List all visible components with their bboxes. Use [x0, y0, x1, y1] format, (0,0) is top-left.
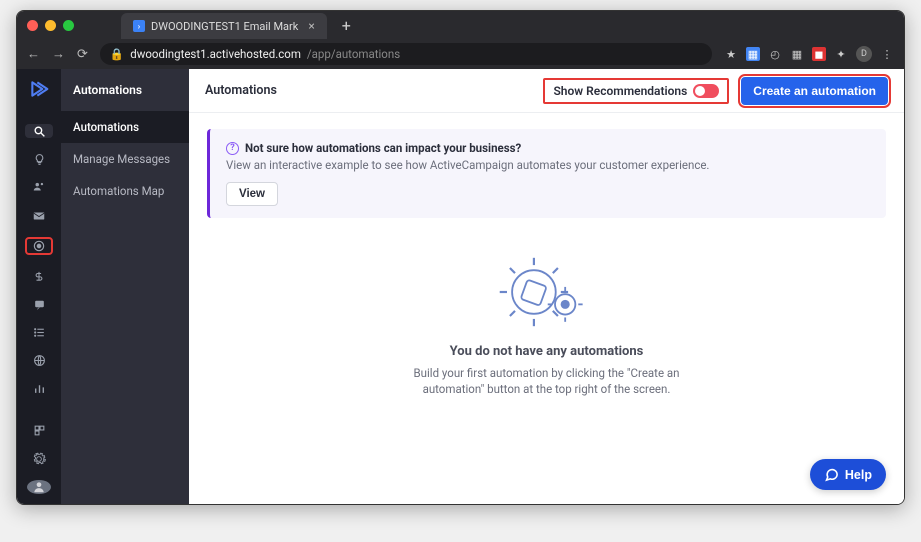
info-icon: ?: [226, 142, 239, 155]
help-label: Help: [845, 468, 872, 482]
page-header: Automations Show Recommendations Create …: [189, 69, 904, 113]
empty-state: You do not have any automations Build yo…: [207, 252, 886, 397]
info-banner: ? Not sure how automations can impact yo…: [207, 129, 886, 218]
url-bar: ← → ⟳ 🔒 dwoodingtest1.activehosted.com/a…: [17, 39, 904, 69]
tab-favicon-icon: ›: [133, 20, 145, 32]
sidebar-item-manage-messages[interactable]: Manage Messages: [61, 143, 189, 175]
banner-title: Not sure how automations can impact your…: [245, 141, 521, 155]
rail-lists-icon[interactable]: [25, 325, 53, 339]
lock-icon: 🔒: [110, 47, 124, 61]
ext-icon[interactable]: ▦: [746, 47, 760, 61]
page-title: Automations: [205, 83, 531, 98]
app: Automations Automations Manage Messages …: [17, 69, 904, 504]
browser-tab[interactable]: › DWOODINGTEST1 Email Mark ×: [121, 13, 327, 39]
banner-title-row: ? Not sure how automations can impact yo…: [226, 141, 870, 155]
empty-title: You do not have any automations: [450, 344, 644, 359]
empty-gears-icon: [487, 252, 607, 332]
toggle-switch-icon[interactable]: [693, 84, 719, 98]
ext-icon[interactable]: ✦: [834, 47, 848, 61]
rail-contacts-icon[interactable]: [25, 180, 53, 194]
rail-automations-icon[interactable]: [25, 237, 53, 255]
left-rail: [17, 69, 61, 504]
content: ? Not sure how automations can impact yo…: [189, 113, 904, 504]
rail-mail-icon[interactable]: [25, 209, 53, 223]
rail-settings-icon[interactable]: [25, 452, 53, 466]
sidebar-item-automations-map[interactable]: Automations Map: [61, 175, 189, 207]
nav-back-icon[interactable]: ←: [27, 46, 40, 62]
ext-icon[interactable]: ◼: [812, 47, 826, 61]
rail-deals-icon[interactable]: [25, 269, 53, 283]
rail-conversations-icon[interactable]: [25, 297, 53, 311]
banner-view-button[interactable]: View: [226, 182, 278, 206]
chat-bubble-icon: [824, 467, 839, 482]
profile-badge[interactable]: D: [856, 46, 872, 62]
titlebar: › DWOODINGTEST1 Email Mark × +: [17, 11, 904, 39]
extension-icons: ★ ▦ ◴ ▦ ◼ ✦ D ⋮: [724, 46, 894, 62]
ext-icon[interactable]: ◴: [768, 47, 782, 61]
window-minimize-dot[interactable]: [45, 20, 56, 31]
url-domain: dwoodingtest1.activehosted.com: [130, 47, 301, 61]
window-maximize-dot[interactable]: [63, 20, 74, 31]
rail-search-icon[interactable]: [25, 124, 53, 138]
url-path: /app/automations: [307, 47, 400, 61]
main: Automations Show Recommendations Create …: [189, 69, 904, 504]
browser-menu-icon[interactable]: ⋮: [880, 47, 894, 61]
app-logo-icon[interactable]: [29, 79, 49, 104]
ext-icon[interactable]: ★: [724, 47, 738, 61]
help-button[interactable]: Help: [810, 459, 886, 490]
new-tab-button[interactable]: +: [342, 16, 351, 35]
show-recommendations-label: Show Recommendations: [553, 84, 687, 98]
sidebar-item-automations[interactable]: Automations: [61, 111, 189, 143]
sidebar-title: Automations: [61, 69, 189, 111]
rail-lightbulb-icon[interactable]: [25, 152, 53, 166]
create-automation-button[interactable]: Create an automation: [741, 77, 888, 105]
rail-site-icon[interactable]: [25, 353, 53, 367]
rail-apps-icon[interactable]: [25, 424, 53, 438]
browser-window: › DWOODINGTEST1 Email Mark × + ← → ⟳ 🔒 d…: [16, 10, 905, 505]
nav-reload-icon[interactable]: ⟳: [77, 47, 88, 62]
window-close-dot[interactable]: [27, 20, 38, 31]
show-recommendations-toggle[interactable]: Show Recommendations: [543, 78, 729, 104]
tab-close-icon[interactable]: ×: [308, 19, 314, 33]
ext-icon[interactable]: ▦: [790, 47, 804, 61]
rail-reports-icon[interactable]: [25, 382, 53, 396]
url-field[interactable]: 🔒 dwoodingtest1.activehosted.com/app/aut…: [100, 43, 712, 65]
empty-desc: Build your first automation by clicking …: [407, 365, 687, 397]
tab-title: DWOODINGTEST1 Email Mark: [151, 20, 298, 33]
rail-avatar[interactable]: [27, 480, 51, 494]
banner-desc: View an interactive example to see how A…: [226, 158, 870, 172]
sidebar: Automations Automations Manage Messages …: [61, 69, 189, 504]
nav-forward-icon[interactable]: →: [52, 46, 65, 62]
